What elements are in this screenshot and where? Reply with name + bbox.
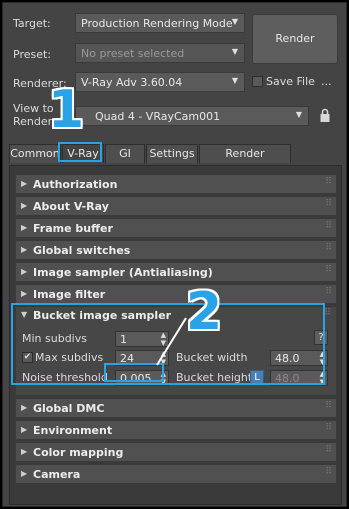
callout-number-2: 2 xyxy=(186,282,223,342)
callout-line xyxy=(156,317,187,366)
callout-number-1: 1 xyxy=(48,80,85,140)
